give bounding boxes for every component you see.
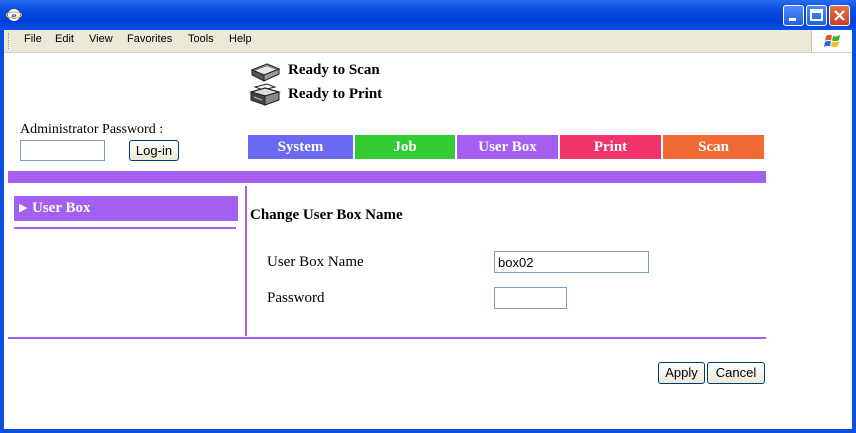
title-bar: e: [0, 0, 856, 30]
page-title: Change User Box Name: [250, 207, 403, 223]
sidebar-item-user-box[interactable]: ▶ User Box: [14, 196, 238, 221]
menu-view[interactable]: View: [89, 33, 113, 45]
menu-edit[interactable]: Edit: [55, 33, 74, 45]
window-frame-right: [852, 30, 856, 433]
apply-button[interactable]: Apply: [658, 362, 705, 384]
header-divider: [8, 171, 766, 183]
sidebar-item-label: User Box: [32, 200, 91, 216]
admin-password-input[interactable]: [20, 140, 105, 161]
vertical-divider: [245, 186, 247, 336]
footer-divider: [8, 337, 766, 339]
maximize-icon: [810, 9, 823, 21]
window-frame-left: [0, 30, 4, 433]
menu-bar: File Edit View Favorites Tools Help: [4, 30, 852, 53]
close-button[interactable]: [829, 5, 850, 26]
user-box-name-label: User Box Name: [267, 254, 364, 270]
arrow-right-icon: ▶: [19, 202, 28, 214]
tab-system[interactable]: System: [248, 135, 353, 159]
toolbar-grip[interactable]: [8, 33, 12, 49]
windows-flag-icon: [824, 34, 840, 48]
print-status: Ready to Print: [288, 86, 383, 102]
ie-icon: e: [6, 9, 22, 22]
menu-tools[interactable]: Tools: [188, 33, 214, 45]
menu-file[interactable]: File: [24, 33, 42, 45]
close-icon: [834, 10, 845, 21]
password-label: Password: [267, 290, 325, 306]
cancel-button[interactable]: Cancel: [707, 362, 765, 384]
minimize-button[interactable]: [783, 5, 804, 26]
tab-print[interactable]: Print: [560, 135, 661, 159]
maximize-button[interactable]: [806, 5, 827, 26]
tab-user-box[interactable]: User Box: [457, 135, 558, 159]
scan-status: Ready to Scan: [288, 62, 380, 78]
password-input[interactable]: [494, 287, 567, 309]
scanner-icon: [250, 63, 281, 82]
printer-icon: [249, 83, 281, 106]
tab-job[interactable]: Job: [355, 135, 455, 159]
login-button[interactable]: Log-in: [129, 140, 179, 161]
tab-scan[interactable]: Scan: [663, 135, 764, 159]
menu-help[interactable]: Help: [229, 33, 252, 45]
minimize-icon: [789, 18, 796, 21]
menu-favorites[interactable]: Favorites: [127, 33, 172, 45]
admin-password-label: Administrator Password :: [20, 122, 164, 137]
window-frame-bottom: [0, 429, 856, 433]
windows-logo: [811, 30, 852, 52]
sidebar-divider: [14, 227, 236, 229]
user-box-name-input[interactable]: [494, 251, 649, 273]
